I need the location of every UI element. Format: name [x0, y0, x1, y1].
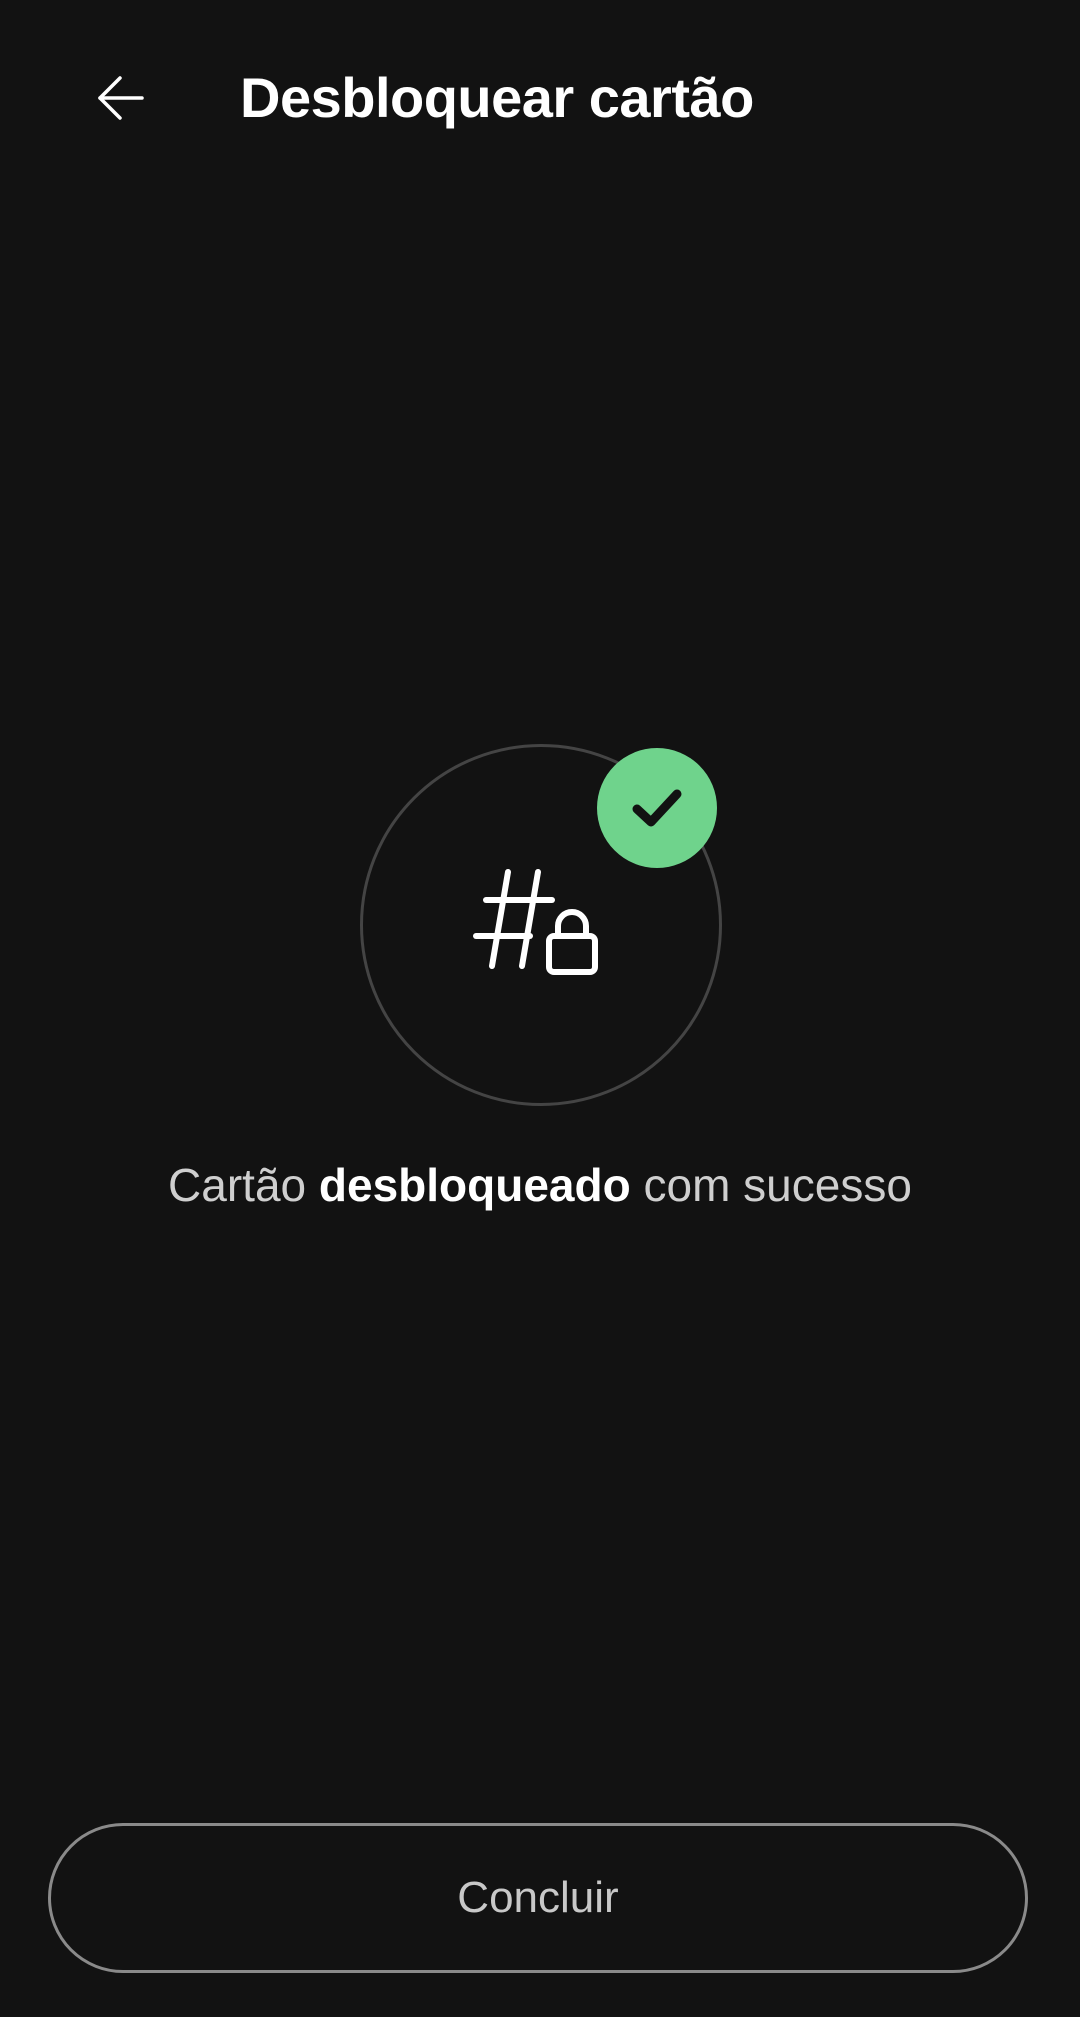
card-number-lock-icon [473, 869, 598, 975]
check-icon [632, 789, 682, 827]
status-message-prefix: Cartão [168, 1159, 307, 1211]
conclude-button-label: Concluir [457, 1873, 619, 1922]
status-message: Cartão desbloqueado com sucesso [0, 1150, 1080, 1220]
status-message-suffix: com sucesso [643, 1159, 912, 1211]
app-header: Desbloquear cartão [0, 0, 1080, 195]
status-message-emphasis: desbloqueado [318, 1159, 631, 1211]
success-badge [597, 748, 717, 868]
status-illustration [360, 744, 722, 1106]
back-button[interactable] [70, 48, 170, 148]
conclude-button[interactable]: Concluir [48, 1823, 1028, 1973]
arrow-left-icon [98, 76, 144, 120]
page-title: Desbloquear cartão [240, 66, 754, 129]
